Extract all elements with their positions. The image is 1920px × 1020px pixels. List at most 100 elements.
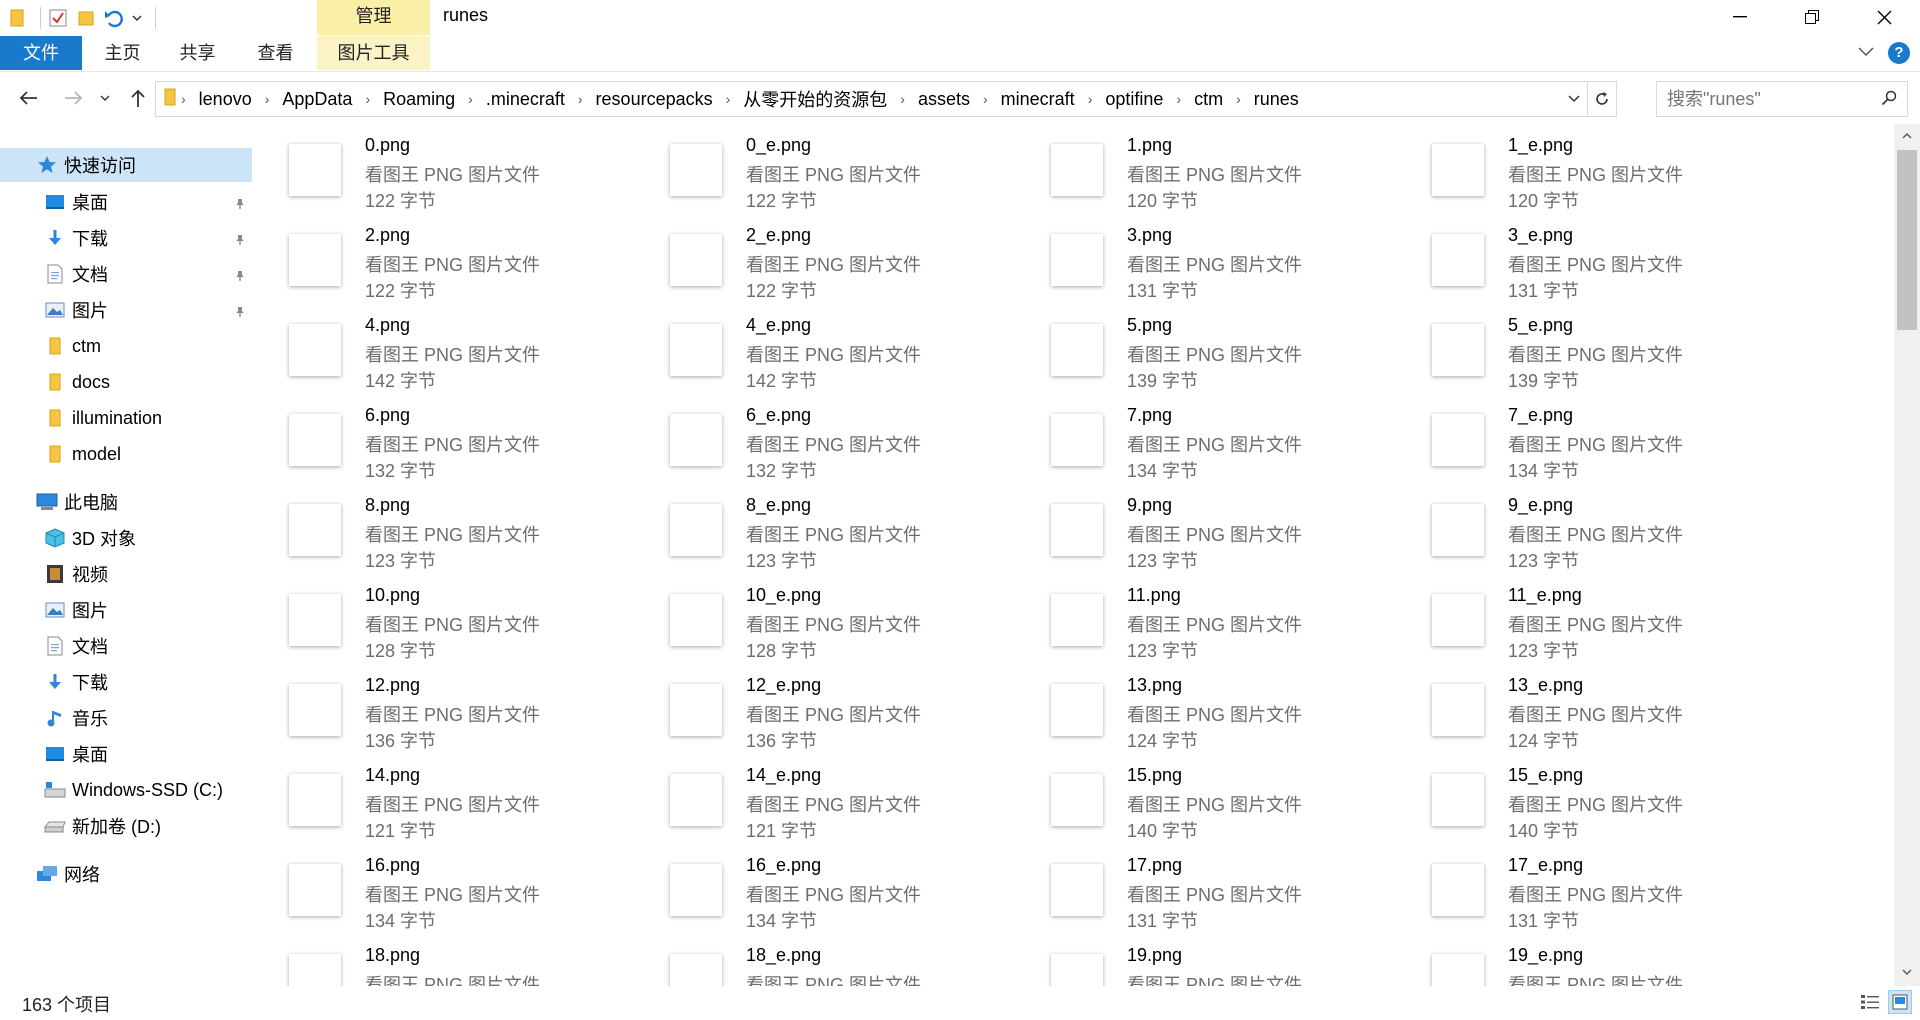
file-tile[interactable]: 19_e.png 看图王 PNG 图片文件 xyxy=(1398,934,1768,986)
breadcrumb-item[interactable]: Roaming xyxy=(375,89,463,110)
file-thumbnail[interactable] xyxy=(289,864,341,916)
file-tile[interactable]: 4_e.png 看图王 PNG 图片文件 142 字节 xyxy=(636,304,1006,394)
breadcrumb-chevron-icon[interactable]: › xyxy=(978,91,993,107)
breadcrumb-chevron-icon[interactable]: › xyxy=(1231,91,1246,107)
tab-picture-tools[interactable]: 图片工具 xyxy=(317,36,430,70)
nav-item-pc[interactable]: 新加卷 (D:) xyxy=(0,809,252,843)
breadcrumb-chevron-icon[interactable]: › xyxy=(895,91,910,107)
file-thumbnail[interactable] xyxy=(670,864,722,916)
nav-item-quick[interactable]: 桌面 xyxy=(0,185,252,219)
file-thumbnail[interactable] xyxy=(1432,234,1484,286)
file-thumbnail[interactable] xyxy=(670,684,722,736)
file-tile[interactable]: 18.png 看图王 PNG 图片文件 xyxy=(255,934,625,986)
breadcrumb-item[interactable]: ctm xyxy=(1186,89,1231,110)
tab-home[interactable]: 主页 xyxy=(95,36,150,70)
file-tile[interactable]: 3_e.png 看图王 PNG 图片文件 131 字节 xyxy=(1398,214,1768,304)
details-view-icon[interactable] xyxy=(1858,990,1882,1014)
refresh-icon[interactable] xyxy=(1587,82,1616,116)
nav-item-pc[interactable]: 音乐 xyxy=(0,701,252,735)
file-thumbnail[interactable] xyxy=(1432,864,1484,916)
help-icon[interactable]: ? xyxy=(1888,42,1910,64)
file-thumbnail[interactable] xyxy=(1051,234,1103,286)
large-icons-view-icon[interactable] xyxy=(1888,990,1912,1014)
undo-icon[interactable] xyxy=(103,7,125,29)
file-tile[interactable]: 6.png 看图王 PNG 图片文件 132 字节 xyxy=(255,394,625,484)
file-thumbnail[interactable] xyxy=(289,144,341,196)
nav-quick-access[interactable]: 快速访问 xyxy=(0,148,252,182)
file-tile[interactable]: 10.png 看图王 PNG 图片文件 128 字节 xyxy=(255,574,625,664)
file-thumbnail[interactable] xyxy=(1051,504,1103,556)
file-thumbnail[interactable] xyxy=(1051,144,1103,196)
file-thumbnail[interactable] xyxy=(670,504,722,556)
file-thumbnail[interactable] xyxy=(1051,954,1103,986)
breadcrumb-item[interactable]: optifine xyxy=(1097,89,1171,110)
nav-item-pc[interactable]: Windows-SSD (C:) xyxy=(0,773,252,807)
file-thumbnail[interactable] xyxy=(289,234,341,286)
close-button[interactable] xyxy=(1849,0,1919,34)
file-tile[interactable]: 3.png 看图王 PNG 图片文件 131 字节 xyxy=(1017,214,1387,304)
nav-item-pc[interactable]: 下载 xyxy=(0,665,252,699)
nav-item-quick[interactable]: 下载 xyxy=(0,221,252,255)
breadcrumb-chevron-icon[interactable]: › xyxy=(721,91,736,107)
file-thumbnail[interactable] xyxy=(1051,414,1103,466)
scroll-up-arrow-icon[interactable] xyxy=(1894,126,1920,146)
breadcrumb-chevron-icon[interactable]: › xyxy=(573,91,588,107)
file-thumbnail[interactable] xyxy=(1051,684,1103,736)
search-box[interactable] xyxy=(1656,81,1908,117)
file-thumbnail[interactable] xyxy=(670,954,722,986)
new-folder-icon[interactable] xyxy=(75,7,97,29)
back-button[interactable] xyxy=(14,84,42,112)
recent-locations-chevron-icon[interactable] xyxy=(96,84,114,112)
breadcrumb-item[interactable]: .minecraft xyxy=(478,89,573,110)
nav-item-pc[interactable]: 桌面 xyxy=(0,737,252,771)
nav-item-pc[interactable]: 文档 xyxy=(0,629,252,663)
file-tile[interactable]: 5.png 看图王 PNG 图片文件 139 字节 xyxy=(1017,304,1387,394)
file-thumbnail[interactable] xyxy=(1432,684,1484,736)
file-thumbnail[interactable] xyxy=(1051,774,1103,826)
file-tile[interactable]: 8.png 看图王 PNG 图片文件 123 字节 xyxy=(255,484,625,574)
file-tile[interactable]: 15.png 看图王 PNG 图片文件 140 字节 xyxy=(1017,754,1387,844)
nav-this-pc[interactable]: 此电脑 xyxy=(0,485,252,519)
file-tile[interactable]: 15_e.png 看图王 PNG 图片文件 140 字节 xyxy=(1398,754,1768,844)
nav-item-quick[interactable]: illumination xyxy=(0,401,252,435)
customize-toolbar-chevron-icon[interactable] xyxy=(131,7,143,29)
up-button[interactable] xyxy=(124,84,152,112)
pin-icon[interactable] xyxy=(234,266,246,287)
breadcrumb-chevron-icon[interactable]: › xyxy=(1171,91,1186,107)
file-tile[interactable]: 9.png 看图王 PNG 图片文件 123 字节 xyxy=(1017,484,1387,574)
file-thumbnail[interactable] xyxy=(1051,864,1103,916)
file-thumbnail[interactable] xyxy=(289,324,341,376)
file-tile[interactable]: 6_e.png 看图王 PNG 图片文件 132 字节 xyxy=(636,394,1006,484)
file-list-view[interactable]: 0.png 看图王 PNG 图片文件 122 字节 0_e.png 看图王 PNG 图片… xyxy=(255,124,1895,986)
file-tile[interactable]: 12_e.png 看图王 PNG 图片文件 136 字节 xyxy=(636,664,1006,754)
file-tile[interactable]: 1_e.png 看图王 PNG 图片文件 120 字节 xyxy=(1398,124,1768,214)
file-tile[interactable]: 17.png 看图王 PNG 图片文件 131 字节 xyxy=(1017,844,1387,934)
file-tile[interactable]: 1.png 看图王 PNG 图片文件 120 字节 xyxy=(1017,124,1387,214)
file-tile[interactable]: 2_e.png 看图王 PNG 图片文件 122 字节 xyxy=(636,214,1006,304)
nav-item-pc[interactable]: 图片 xyxy=(0,593,252,627)
file-tile[interactable]: 17_e.png 看图王 PNG 图片文件 131 字节 xyxy=(1398,844,1768,934)
file-thumbnail[interactable] xyxy=(670,774,722,826)
file-thumbnail[interactable] xyxy=(1432,414,1484,466)
file-thumbnail[interactable] xyxy=(1432,954,1484,986)
expand-ribbon-chevron-icon[interactable] xyxy=(1858,44,1874,62)
breadcrumb-item[interactable]: lenovo xyxy=(191,89,260,110)
file-thumbnail[interactable] xyxy=(289,504,341,556)
nav-item-quick[interactable]: 图片 xyxy=(0,293,252,327)
file-tile[interactable]: 0.png 看图王 PNG 图片文件 122 字节 xyxy=(255,124,625,214)
address-bar[interactable]: › lenovo › AppData › Roaming › .minecraf… xyxy=(155,81,1617,117)
pin-icon[interactable] xyxy=(234,230,246,251)
file-thumbnail[interactable] xyxy=(1432,324,1484,376)
nav-network[interactable]: 网络 xyxy=(0,857,252,891)
tab-file[interactable]: 文件 xyxy=(0,36,82,70)
file-tile[interactable]: 4.png 看图王 PNG 图片文件 142 字节 xyxy=(255,304,625,394)
nav-item-quick[interactable]: ctm xyxy=(0,329,252,363)
search-icon[interactable] xyxy=(1881,90,1897,111)
scrollbar-thumb[interactable] xyxy=(1897,150,1917,330)
file-tile[interactable]: 8_e.png 看图王 PNG 图片文件 123 字节 xyxy=(636,484,1006,574)
nav-item-quick[interactable]: model xyxy=(0,437,252,471)
file-tile[interactable]: 10_e.png 看图王 PNG 图片文件 128 字节 xyxy=(636,574,1006,664)
file-tile[interactable]: 7_e.png 看图王 PNG 图片文件 134 字节 xyxy=(1398,394,1768,484)
file-thumbnail[interactable] xyxy=(1432,774,1484,826)
nav-item-pc[interactable]: 视频 xyxy=(0,557,252,591)
